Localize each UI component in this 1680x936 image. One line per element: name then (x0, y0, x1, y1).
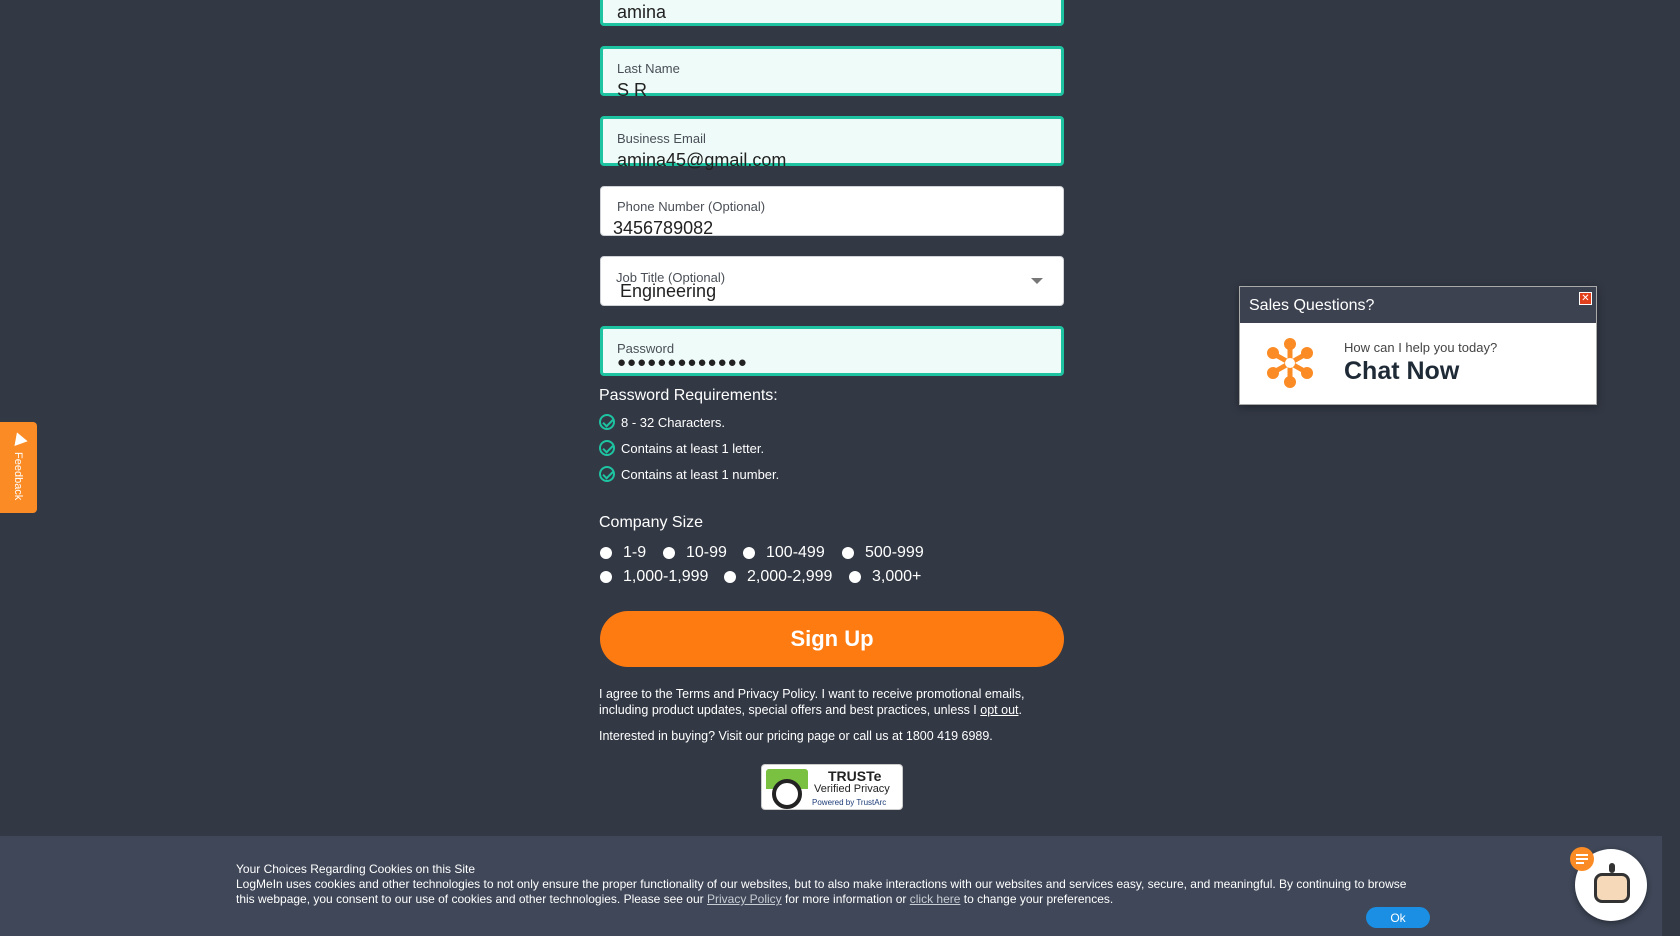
radio-label: 3,000+ (872, 568, 922, 585)
radio-label: 1,000-1,999 (623, 568, 709, 585)
first-name-field[interactable]: amina (600, 0, 1064, 26)
radio-label: 2,000-2,999 (747, 568, 833, 585)
last-name-value: S R (617, 80, 648, 100)
requirement-number: Contains at least 1 number. (599, 466, 779, 482)
password-value: ●●●●●●●●●●●●● (617, 354, 748, 371)
company-size-radio[interactable]: 500-999 (842, 544, 924, 562)
company-size-radio[interactable]: 3,000+ (849, 568, 921, 586)
truste-powered: Powered by TrustArc (812, 798, 887, 807)
feedback-tab[interactable]: Feedback (0, 422, 37, 513)
feedback-label: Feedback (12, 452, 24, 501)
sign-up-button[interactable]: Sign Up (600, 611, 1064, 667)
requirement-text: 8 - 32 Characters. (621, 414, 726, 430)
truste-subtitle: Verified Privacy (814, 783, 890, 795)
agree-text: I agree to the Terms and Privacy Policy.… (599, 687, 1025, 717)
truste-badge[interactable]: TRUSTe Verified Privacy Powered by Trust… (761, 764, 903, 810)
phone-number-value: 3456789082 (613, 218, 714, 238)
cookie-body: LogMeIn uses cookies and other technolog… (236, 877, 1416, 907)
truste-e-icon (772, 779, 802, 809)
chat-now-button[interactable]: Chat Now (1344, 357, 1459, 386)
business-email-label: Business Email (617, 131, 706, 146)
company-size-radio[interactable]: 1-9 (600, 544, 646, 562)
cookie-title: Your Choices Regarding Cookies on this S… (236, 862, 476, 876)
job-title-value: Engineering (620, 281, 717, 301)
radio-dot[interactable] (600, 547, 612, 559)
company-size-radio[interactable]: 1,000-1,999 (600, 568, 708, 586)
radio-dot[interactable] (663, 547, 675, 559)
radio-label: 100-499 (766, 544, 825, 561)
radio-dot[interactable] (743, 547, 755, 559)
chat-star-icon (1267, 338, 1313, 388)
click-here-link[interactable]: click here (910, 892, 961, 906)
requirement-length: 8 - 32 Characters. (599, 414, 725, 430)
check-circle-icon (599, 414, 615, 430)
company-size-radio[interactable]: 2,000-2,999 (724, 568, 832, 586)
cookie-text-3: to change your preferences. (963, 892, 1114, 906)
radio-dot[interactable] (600, 571, 612, 583)
cookie-text-2: for more information or (785, 892, 907, 906)
opt-out-link[interactable]: opt out (980, 703, 1018, 717)
close-icon[interactable]: ✕ (1579, 292, 1592, 305)
chatbot-face (1594, 873, 1630, 903)
business-email-value: amina45@gmail.com (617, 150, 787, 170)
sales-chat-title: Sales Questions? (1249, 297, 1375, 314)
truste-title: TRUSTe (828, 768, 882, 784)
radio-label: 500-999 (865, 544, 924, 561)
company-size-title: Company Size (599, 514, 704, 531)
phone-number-label: Phone Number (Optional) (617, 199, 766, 214)
last-name-field[interactable]: Last Name S R (600, 46, 1064, 100)
check-circle-icon (599, 466, 615, 482)
company-size-radio[interactable]: 100-499 (743, 544, 825, 562)
password-field[interactable]: Password ●●●●●●●●●●●●● (600, 326, 1064, 376)
sales-chat-question: How can I help you today? (1344, 340, 1498, 355)
company-size-radio[interactable]: 10-99 (663, 544, 727, 562)
privacy-policy-link[interactable]: Privacy Policy (707, 892, 782, 906)
chatbot-antenna (1609, 863, 1615, 873)
requirement-text: Contains at least 1 letter. (621, 440, 765, 456)
first-name-value: amina (617, 2, 667, 22)
last-name-label: Last Name (617, 61, 680, 76)
radio-dot[interactable] (842, 547, 854, 559)
phone-number-field[interactable]: Phone Number (Optional) 3456789082 (600, 186, 1064, 238)
requirement-letter: Contains at least 1 letter. (599, 440, 764, 456)
sales-chat-widget[interactable]: Sales Questions? ✕ How can I help you to… (1239, 286, 1597, 405)
job-title-select[interactable]: Job Title (Optional) Engineering (600, 256, 1064, 306)
pricing-text: Interested in buying? Visit our pricing … (599, 729, 993, 743)
sales-chat-header: Sales Questions? ✕ (1240, 287, 1596, 323)
check-circle-icon (599, 440, 615, 456)
feedback-pointer-icon (10, 429, 28, 447)
radio-dot[interactable] (724, 571, 736, 583)
password-requirements-title: Password Requirements: (599, 387, 778, 404)
radio-label: 1-9 (623, 544, 647, 561)
dropdown-caret-icon (1031, 278, 1043, 284)
message-badge-icon (1570, 847, 1594, 871)
requirement-text: Contains at least 1 number. (621, 466, 780, 482)
business-email-field[interactable]: Business Email amina45@gmail.com (600, 116, 1064, 170)
radio-label: 10-99 (686, 544, 727, 561)
terms-text: I agree to the Terms and Privacy Policy.… (599, 687, 1025, 717)
radio-dot[interactable] (849, 571, 861, 583)
cookie-ok-button[interactable]: Ok (1366, 907, 1430, 928)
